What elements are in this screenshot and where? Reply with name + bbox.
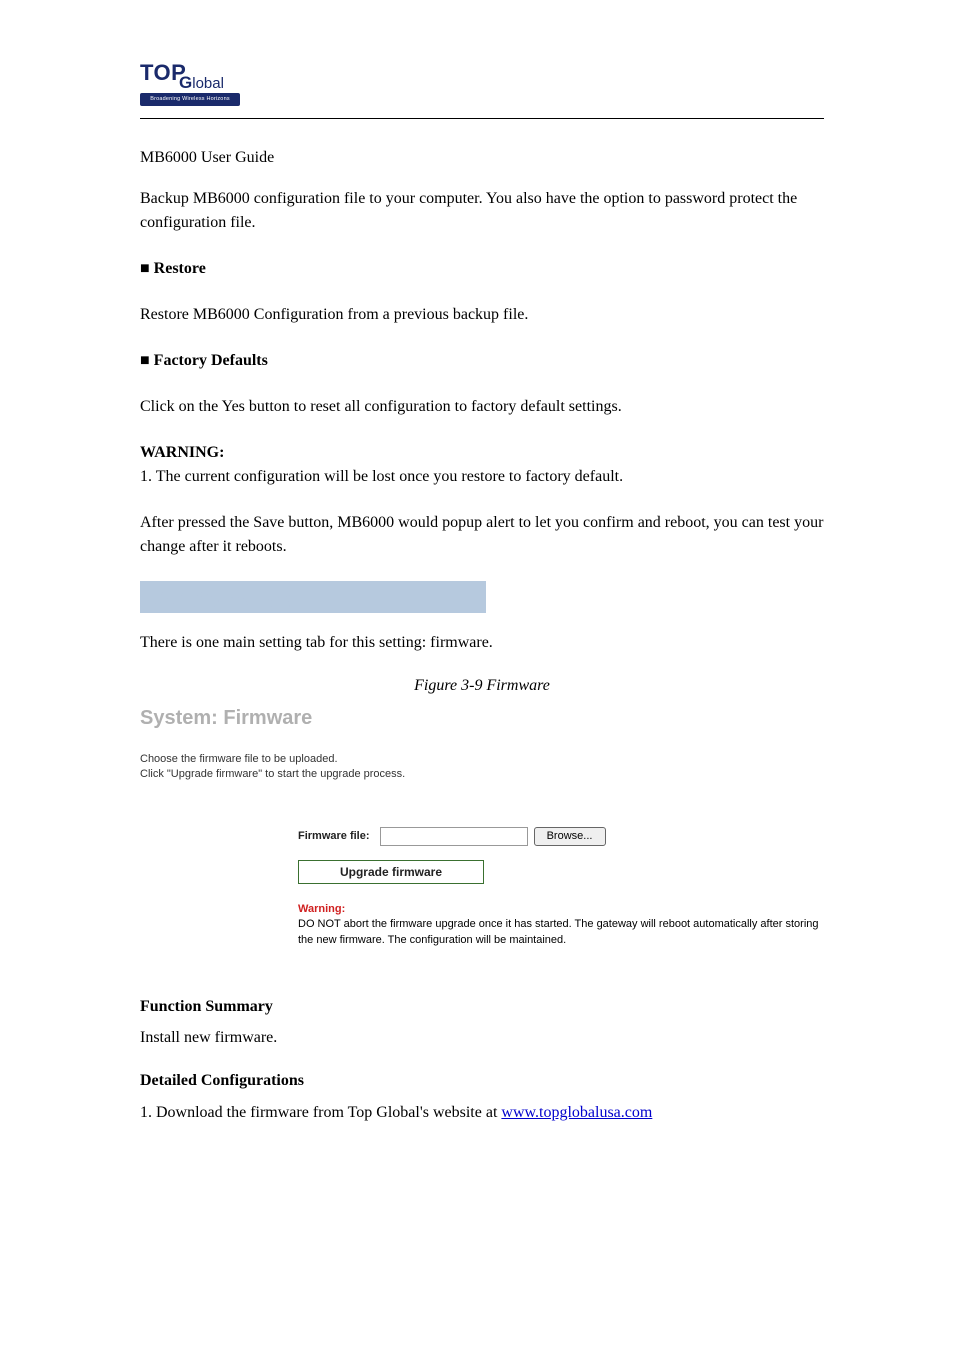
- section-heading-firmware: 3.2.4 Firmware: [140, 581, 486, 613]
- options-list: ■ Restore: [140, 257, 824, 281]
- firmware-intro: There is one main setting tab for this s…: [140, 631, 824, 655]
- firmware-instructions: Choose the firmware file to be uploaded.…: [140, 752, 832, 783]
- document-title: MB6000 User Guide: [140, 149, 824, 167]
- list-item: ■ Restore: [140, 257, 824, 281]
- function-summary-heading: Function Summary: [140, 998, 824, 1016]
- function-summary-text: Install new firmware.: [140, 1026, 824, 1050]
- backup-description: Backup MB6000 configuration file to your…: [140, 187, 824, 235]
- list-item: ■ Factory Defaults: [140, 349, 824, 373]
- factory-text: Click on the Yes button to reset all con…: [140, 395, 824, 419]
- logo-tagline: Broadening Wireless Horizons: [140, 93, 240, 106]
- header-divider: [140, 118, 824, 119]
- reboot-note: After pressed the Save button, MB6000 wo…: [140, 511, 824, 559]
- firmware-file-row: Firmware file: Browse...: [298, 827, 832, 846]
- restore-text: Restore MB6000 Configuration from a prev…: [140, 303, 824, 327]
- logo: TOP Global Broadening Wireless Horizons: [140, 60, 240, 104]
- warning-block: WARNING: 1. The current configuration wi…: [140, 441, 824, 489]
- firmware-file-input[interactable]: [380, 827, 528, 846]
- options-list: ■ Factory Defaults: [140, 349, 824, 373]
- upgrade-firmware-button[interactable]: Upgrade firmware: [298, 860, 484, 884]
- firmware-page-title: System: Firmware: [140, 707, 832, 730]
- firmware-file-label: Firmware file:: [298, 830, 370, 842]
- browse-button[interactable]: Browse...: [534, 827, 606, 846]
- firmware-figure: System: Firmware Choose the firmware fil…: [140, 707, 832, 968]
- step-1: 1. Download the firmware from Top Global…: [140, 1104, 824, 1122]
- website-link[interactable]: www.topglobalusa.com: [501, 1104, 652, 1121]
- logo-global-text: Global: [179, 73, 224, 93]
- firmware-warning: Warning: DO NOT abort the firmware upgra…: [298, 902, 828, 948]
- detailed-config-heading: Detailed Configurations: [140, 1072, 824, 1090]
- figure-caption: Figure 3-9 Firmware: [140, 677, 824, 695]
